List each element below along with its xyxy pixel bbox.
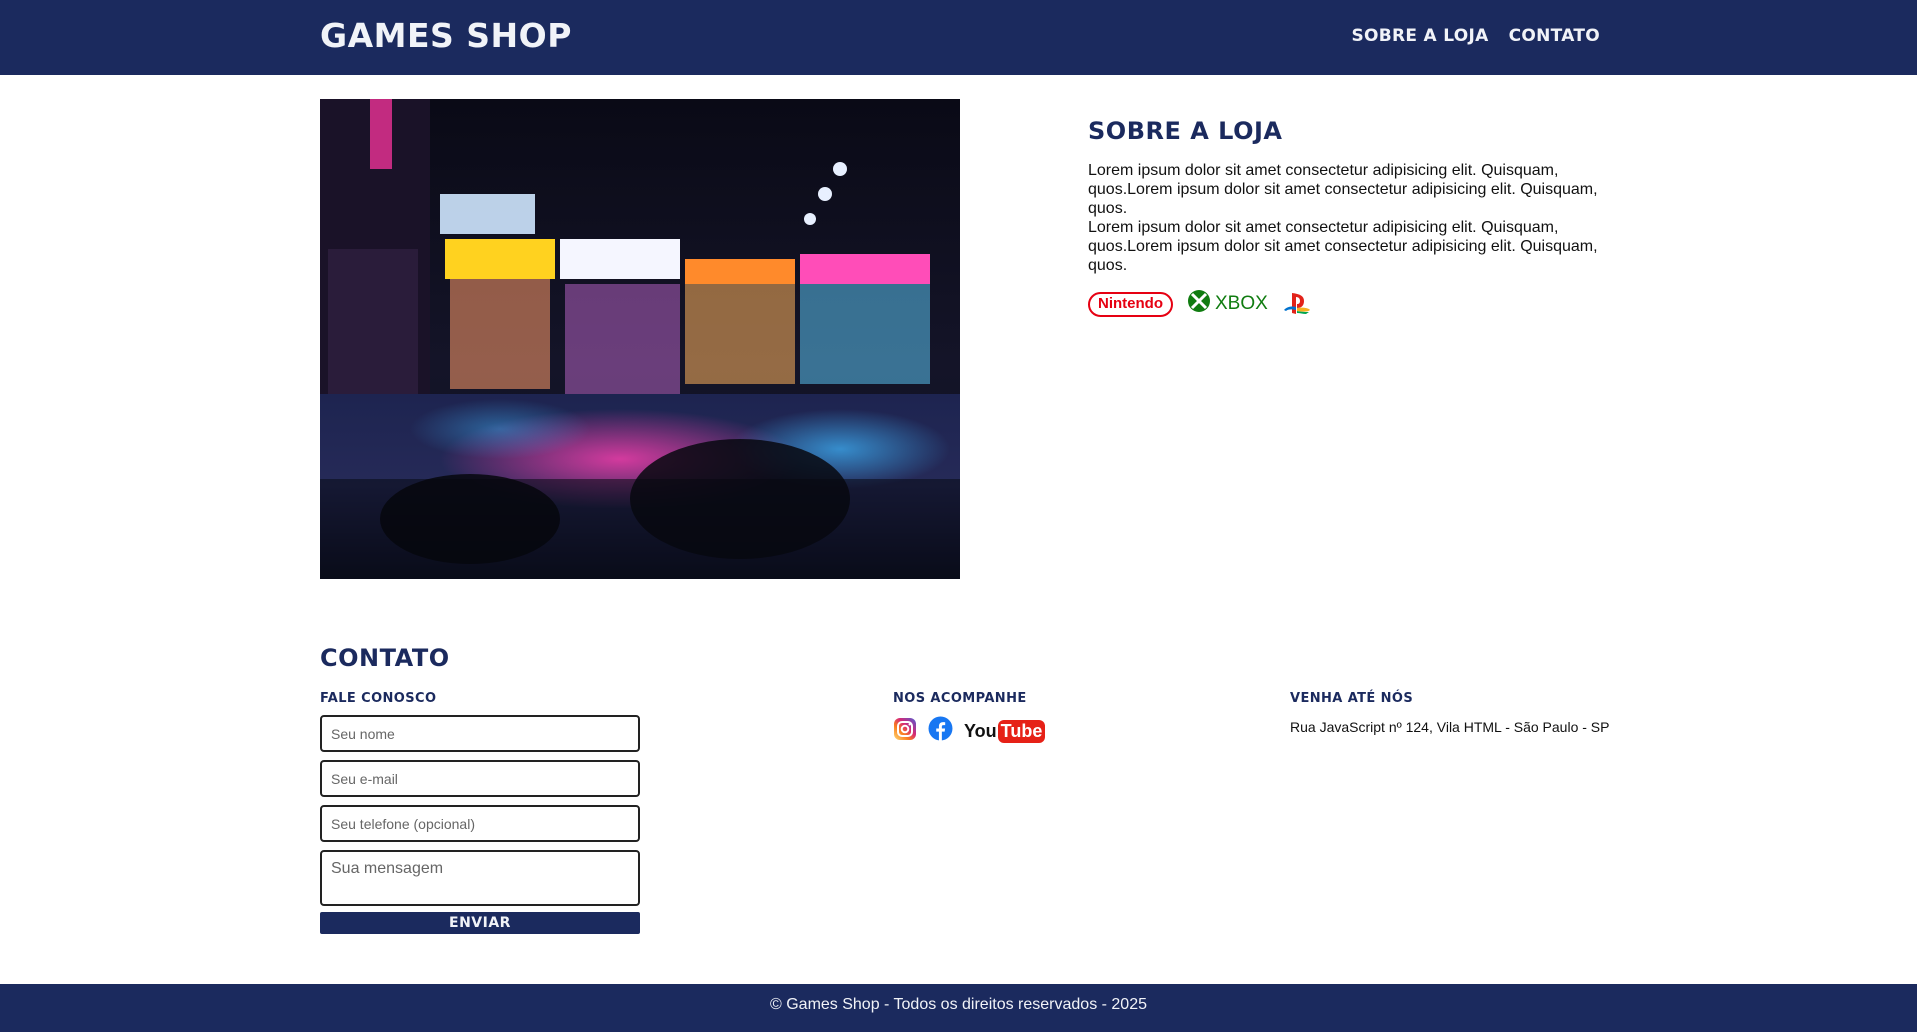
about-paragraph-1: Lorem ipsum dolor sit amet consectetur a… [1088,162,1598,217]
facebook-icon[interactable] [928,716,953,746]
xbox-logo: XBOX [1187,289,1268,319]
phone-input[interactable] [320,805,640,842]
brand-logos: Nintendo XBOX [1088,289,1608,319]
about-paragraph-2: Lorem ipsum dolor sit amet consectetur a… [1088,219,1598,274]
site-footer: © Games Shop - Todos os direitos reserva… [0,984,1917,1032]
site-logo[interactable]: GAMES SHOP [320,16,572,55]
contact-form-heading: FALE CONOSCO [320,691,437,706]
about-title: SOBRE A LOJA [1088,117,1283,145]
store-hero-image [320,99,960,579]
xbox-wordmark: XBOX [1215,293,1268,314]
email-input[interactable] [320,760,640,797]
store-address: Rua JavaScript nº 124, Vila HTML - São P… [1290,719,1610,735]
youtube-you-text: You [964,720,997,741]
social-heading: NOS ACOMPANHE [893,691,1027,706]
name-input[interactable] [320,715,640,752]
about-text: Lorem ipsum dolor sit amet consectetur a… [1088,161,1608,275]
send-button[interactable]: ENVIAR [320,912,640,934]
about-section: SOBRE A LOJA Lorem ipsum dolor sit amet … [1088,117,1608,319]
visit-section: VENHA ATÉ NÓS Rua JavaScript nº 124, Vil… [1290,691,1609,735]
nav-link-contato[interactable]: CONTATO [1509,26,1600,46]
nav-link-sobre[interactable]: SOBRE A LOJA [1351,26,1488,46]
contact-form: FALE CONOSCO ENVIAR [320,691,640,934]
copyright-text: © Games Shop - Todos os direitos reserva… [769,996,1147,1013]
youtube-icon[interactable]: You Tube [964,719,1046,743]
social-icons: You Tube [893,716,1046,746]
site-header: GAMES SHOP SOBRE A LOJA CONTATO [0,0,1917,75]
instagram-icon[interactable] [893,717,917,746]
nintendo-logo: Nintendo [1088,291,1173,317]
social-section: NOS ACOMPANHE You Tube [893,691,1046,746]
contact-title: CONTATO [320,644,450,672]
main-nav: SOBRE A LOJA CONTATO [1351,26,1600,46]
message-textarea[interactable] [320,850,640,906]
playstation-icon [1282,291,1312,317]
youtube-tube-box: Tube [997,719,1046,743]
visit-heading: VENHA ATÉ NÓS [1290,691,1414,706]
xbox-icon [1187,289,1211,319]
